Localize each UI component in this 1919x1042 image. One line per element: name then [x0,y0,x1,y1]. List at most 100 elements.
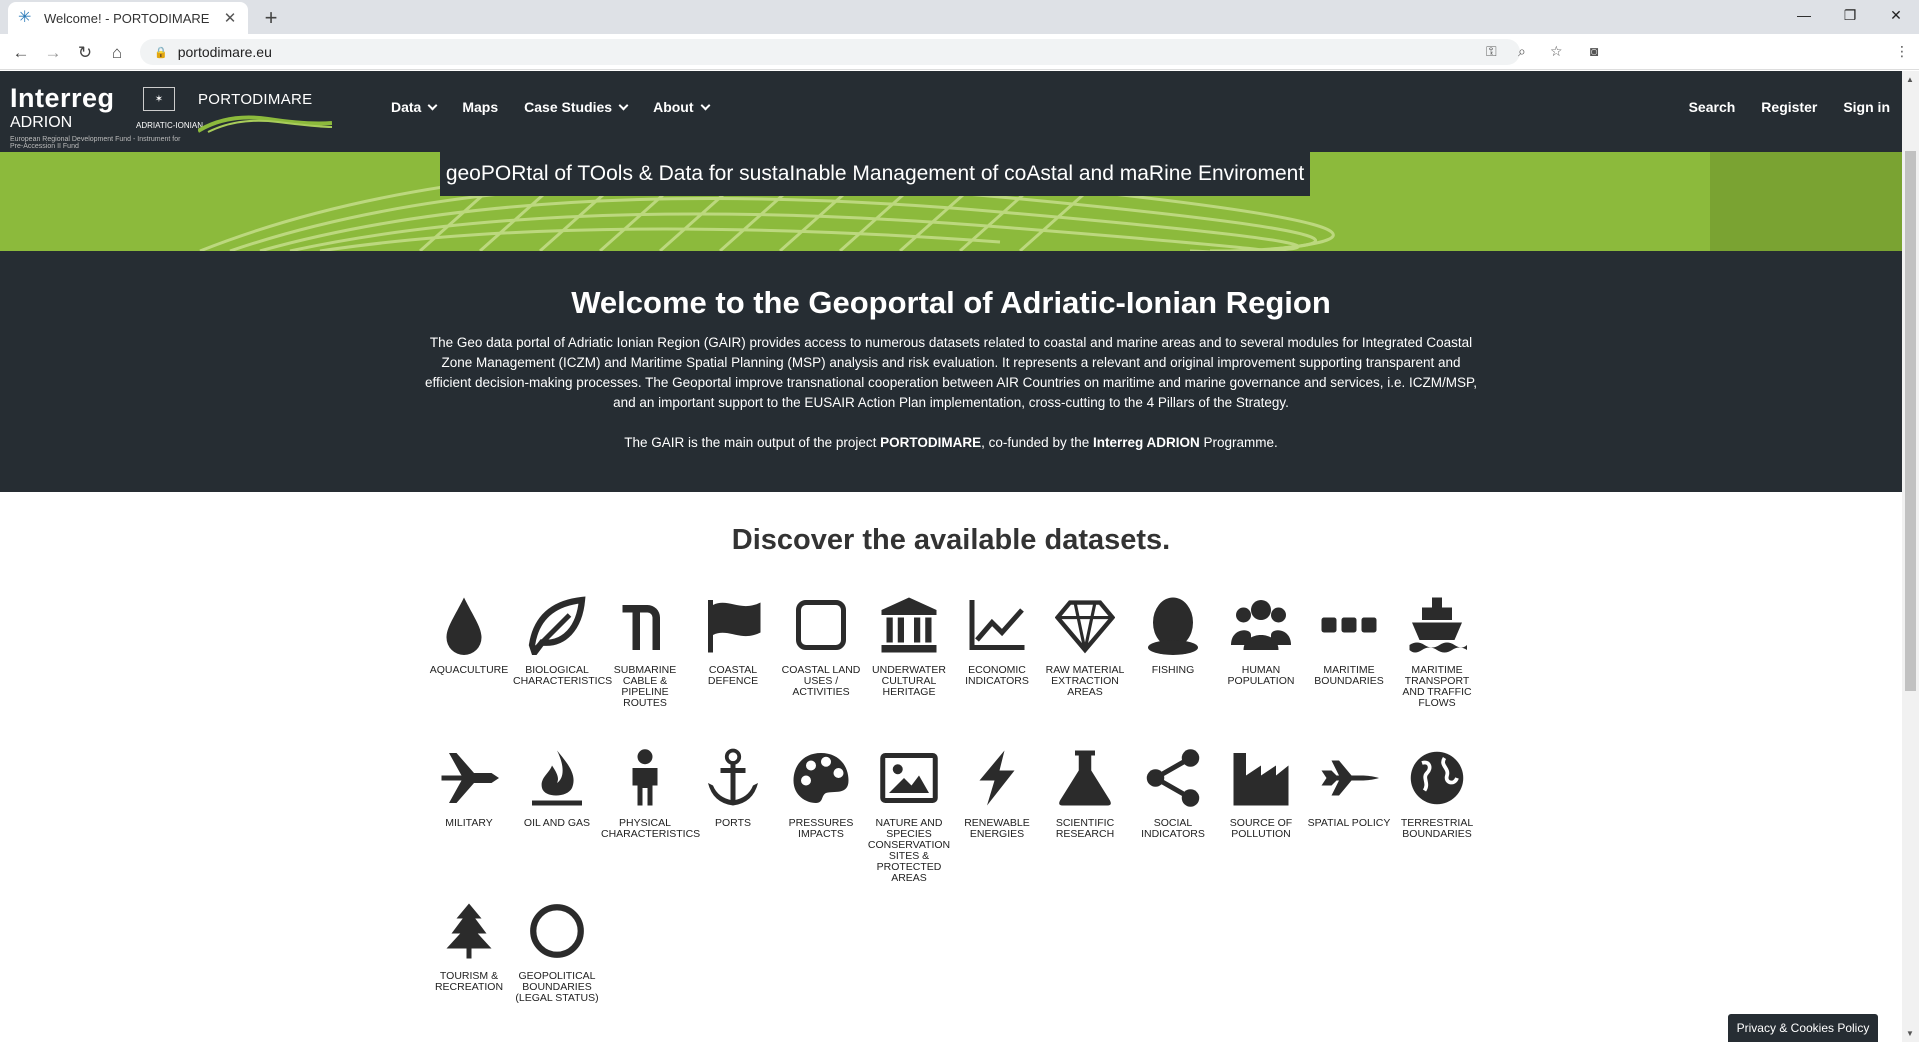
dataset-renewable-energies[interactable]: RENEWABLE ENERGIES [953,743,1041,840]
anchor-icon [689,743,777,813]
dataset-nature-and-species-conservation-sites-protected-areas[interactable]: NATURE AND SPECIES CONSERVATION SITES & … [865,743,953,884]
dataset-spatial-policy[interactable]: SPATIAL POLICY [1305,743,1393,829]
dataset-geopolitical-boundaries-legal-status[interactable]: GEOPOLITICAL BOUNDARIES (LEGAL STATUS) [513,896,601,1004]
reload-icon[interactable]: ↻ [72,40,98,66]
line-chart-icon [953,590,1041,660]
dataset-label: MARITIME BOUNDARIES [1314,664,1384,687]
browser-tab-bar: ✳ Welcome! - PORTODIMARE ✕ + — ❐ ✕ [0,0,1919,34]
ship-icon [1393,590,1481,660]
dataset-economic-indicators[interactable]: ECONOMIC INDICATORS [953,590,1041,687]
welcome-description: The Geo data portal of Adriatic Ionian R… [424,335,1478,410]
key-icon[interactable]: ⚿ [1486,43,1497,60]
dataset-label: UNDERWATER CULTURAL HERITAGE [872,664,946,698]
page-scrollbar[interactable]: ▲ ▼ [1902,71,1919,1042]
lock-icon: 🔒 [154,46,168,59]
diamond-icon [1041,590,1129,660]
dataset-label: RAW MATERIAL EXTRACTION AREAS [1045,664,1125,698]
dataset-label: HUMAN POPULATION [1227,664,1295,687]
dataset-physical-characteristics[interactable]: PHYSICAL CHARACTERISTICS [601,743,701,840]
portodimare-logo[interactable]: PORTODIMARE [198,91,312,108]
back-icon[interactable]: ← [8,40,34,66]
dataset-ports[interactable]: PORTS [689,743,777,829]
close-window-icon[interactable]: ✕ [1873,0,1919,30]
bolt-icon [953,743,1041,813]
nav-maps[interactable]: Maps [462,99,498,115]
dataset-maritime-transport-and-traffic-flows[interactable]: MARITIME TRANSPORT AND TRAFFIC FLOWS [1393,590,1481,709]
dataset-label: MARITIME TRANSPORT AND TRAFFIC FLOWS [1402,664,1472,709]
dataset-label: SOCIAL INDICATORS [1141,817,1205,840]
dataset-label: COASTAL LAND USES / ACTIVITIES [781,664,861,698]
palette-icon [777,743,865,813]
dataset-label: PHYSICAL CHARACTERISTICS [601,817,701,840]
dataset-coastal-defence[interactable]: COASTAL DEFENCE [689,590,777,687]
dataset-oil-and-gas[interactable]: OIL AND GAS [513,743,601,829]
banner-right-panel [1710,152,1902,251]
dataset-underwater-cultural-heritage[interactable]: UNDERWATER CULTURAL HERITAGE [865,590,953,698]
restore-icon[interactable]: ❐ [1827,0,1873,30]
dataset-biological-characteristics[interactable]: BIOLOGICAL CHARACTERISTICS [513,590,612,687]
dataset-tourism-recreation[interactable]: TOURISM & RECREATION [425,896,513,993]
dataset-aquaculture[interactable]: AQUACULTURE [425,590,513,676]
bookmark-star-icon[interactable]: ☆ [1550,43,1563,60]
home-icon[interactable]: ⌂ [104,40,130,66]
dataset-label: COASTAL DEFENCE [707,664,759,687]
nav-case-studies[interactable]: Case Studies [524,99,629,115]
user-nav: Search Register Sign in [1689,99,1890,115]
dataset-social-indicators[interactable]: SOCIAL INDICATORS [1129,743,1217,840]
dataset-terrestrial-boundaries[interactable]: TERRESTRIAL BOUNDARIES [1393,743,1481,840]
dataset-submarine-cable-pipeline-routes[interactable]: SUBMARINE CABLE & PIPELINE ROUTES [601,590,689,709]
privacy-policy-button[interactable]: Privacy & Cookies Policy [1728,1014,1878,1042]
scroll-thumb[interactable] [1905,151,1916,691]
sign-in-link[interactable]: Sign in [1843,99,1890,115]
dataset-label: FISHING [1151,664,1195,676]
dataset-human-population[interactable]: HUMAN POPULATION [1217,590,1305,687]
dataset-scientific-research[interactable]: SCIENTIFIC RESEARCH [1041,743,1129,840]
search-link[interactable]: Search [1689,99,1736,115]
linux-icon [1129,590,1217,660]
dataset-military[interactable]: MILITARY [425,743,513,829]
nav-data[interactable]: Data [391,99,438,115]
dataset-coastal-land-uses-activities[interactable]: COASTAL LAND USES / ACTIVITIES [777,590,865,698]
menu-dots-icon[interactable]: ⋮ [1895,43,1909,60]
browser-toolbar: ← → ↻ ⌂ 🔒 portodimare.eu ⚿ ⌕ ☆ ◙ ⋮ [0,34,1919,70]
programme-name: Interreg ADRION [1092,435,1200,450]
banner-tagline: geoPORtal of TOols & Data for sustaInabl… [440,152,1310,196]
flag-icon [689,590,777,660]
scroll-down-icon[interactable]: ▼ [1906,1029,1914,1038]
address-bar[interactable]: 🔒 portodimare.eu [140,39,1520,65]
zoom-icon[interactable]: ⌕ [1518,43,1526,60]
fund-text: European Regional Development Fund - Ins… [10,136,181,150]
close-tab-icon[interactable]: ✕ [222,9,238,27]
pipeline-icon [601,590,689,660]
dataset-fishing[interactable]: FISHING [1129,590,1217,676]
project-line-mid: , co-funded by the [981,435,1093,450]
forward-icon[interactable]: → [40,40,66,66]
dataset-label: SPATIAL POLICY [1307,817,1391,829]
dataset-maritime-boundaries[interactable]: MARITIME BOUNDARIES [1305,590,1393,687]
hero-banner: geoPORtal of TOols & Data for sustaInabl… [0,152,1902,251]
camera-icon[interactable]: ◙ [1590,43,1598,59]
browser-tab[interactable]: ✳ Welcome! - PORTODIMARE ✕ [8,2,248,34]
dataset-label: PRESSURES IMPACTS [788,817,854,840]
dataset-source-of-pollution[interactable]: SOURCE OF POLLUTION [1217,743,1305,840]
nav-about[interactable]: About [653,99,710,115]
fighter-jet-icon [425,743,513,813]
person-icon [601,743,689,813]
site-favicon-icon: ✳ [18,9,32,26]
scroll-up-icon[interactable]: ▲ [1906,75,1914,84]
ellipsis-icon [1305,590,1393,660]
nav-about-label: About [653,99,694,115]
chevron-down-icon [618,100,629,110]
factory-icon [1217,743,1305,813]
nav-data-label: Data [391,99,422,115]
dataset-pressures-impacts[interactable]: PRESSURES IMPACTS [777,743,865,840]
dataset-label: ECONOMIC INDICATORS [965,664,1029,687]
dataset-label: SCIENTIFIC RESEARCH [1055,817,1115,840]
register-link[interactable]: Register [1761,99,1817,115]
leaf-icon [513,590,601,660]
adriatic-ionian-text: ADRIATIC-IONIAN [136,121,203,130]
chevron-down-icon [700,100,710,110]
minimize-icon[interactable]: — [1781,0,1827,30]
new-tab-icon[interactable]: + [258,5,284,31]
dataset-raw-material-extraction-areas[interactable]: RAW MATERIAL EXTRACTION AREAS [1041,590,1129,698]
